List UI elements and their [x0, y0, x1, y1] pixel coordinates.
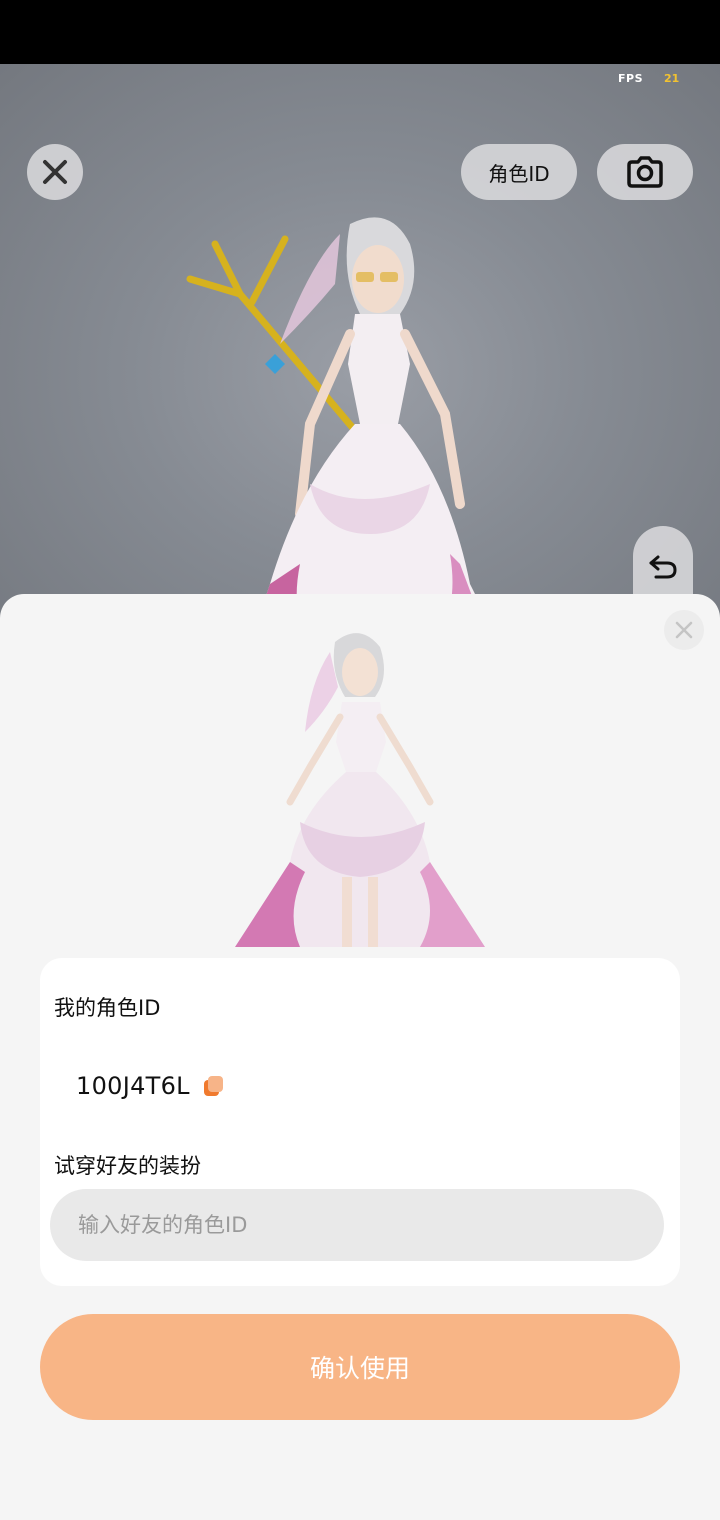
- panel-close-button[interactable]: [664, 610, 704, 650]
- avatar-3d-model[interactable]: [160, 184, 520, 624]
- status-bar: [0, 0, 720, 64]
- fps-label: FPS: [618, 72, 643, 85]
- close-icon: [675, 621, 693, 639]
- camera-button[interactable]: [597, 144, 693, 200]
- role-id-button[interactable]: 角色ID: [461, 144, 577, 200]
- role-id-card: 我的角色ID 100J4T6L 试穿好友的装扮: [40, 958, 680, 1286]
- try-on-friend-label: 试穿好友的装扮: [54, 1154, 201, 1178]
- fps-value: 21: [664, 72, 680, 85]
- confirm-button[interactable]: 确认使用: [40, 1314, 680, 1420]
- copy-icon[interactable]: [202, 1074, 226, 1098]
- undo-icon: [649, 555, 677, 579]
- camera-icon: [627, 156, 663, 188]
- friend-role-id-input[interactable]: [50, 1189, 664, 1261]
- my-role-id-label: 我的角色ID: [54, 996, 161, 1020]
- character-preview: [235, 633, 485, 947]
- outfit-id-panel: 我的角色ID 100J4T6L 试穿好友的装扮 确认使用: [0, 594, 720, 1520]
- avatar-3d-viewport[interactable]: FPS 21 角色ID: [0, 64, 720, 624]
- close-icon: [43, 160, 67, 184]
- my-role-id-value: 100J4T6L: [76, 1072, 190, 1100]
- close-button[interactable]: [27, 144, 83, 200]
- my-role-id-row: 100J4T6L: [76, 1072, 226, 1100]
